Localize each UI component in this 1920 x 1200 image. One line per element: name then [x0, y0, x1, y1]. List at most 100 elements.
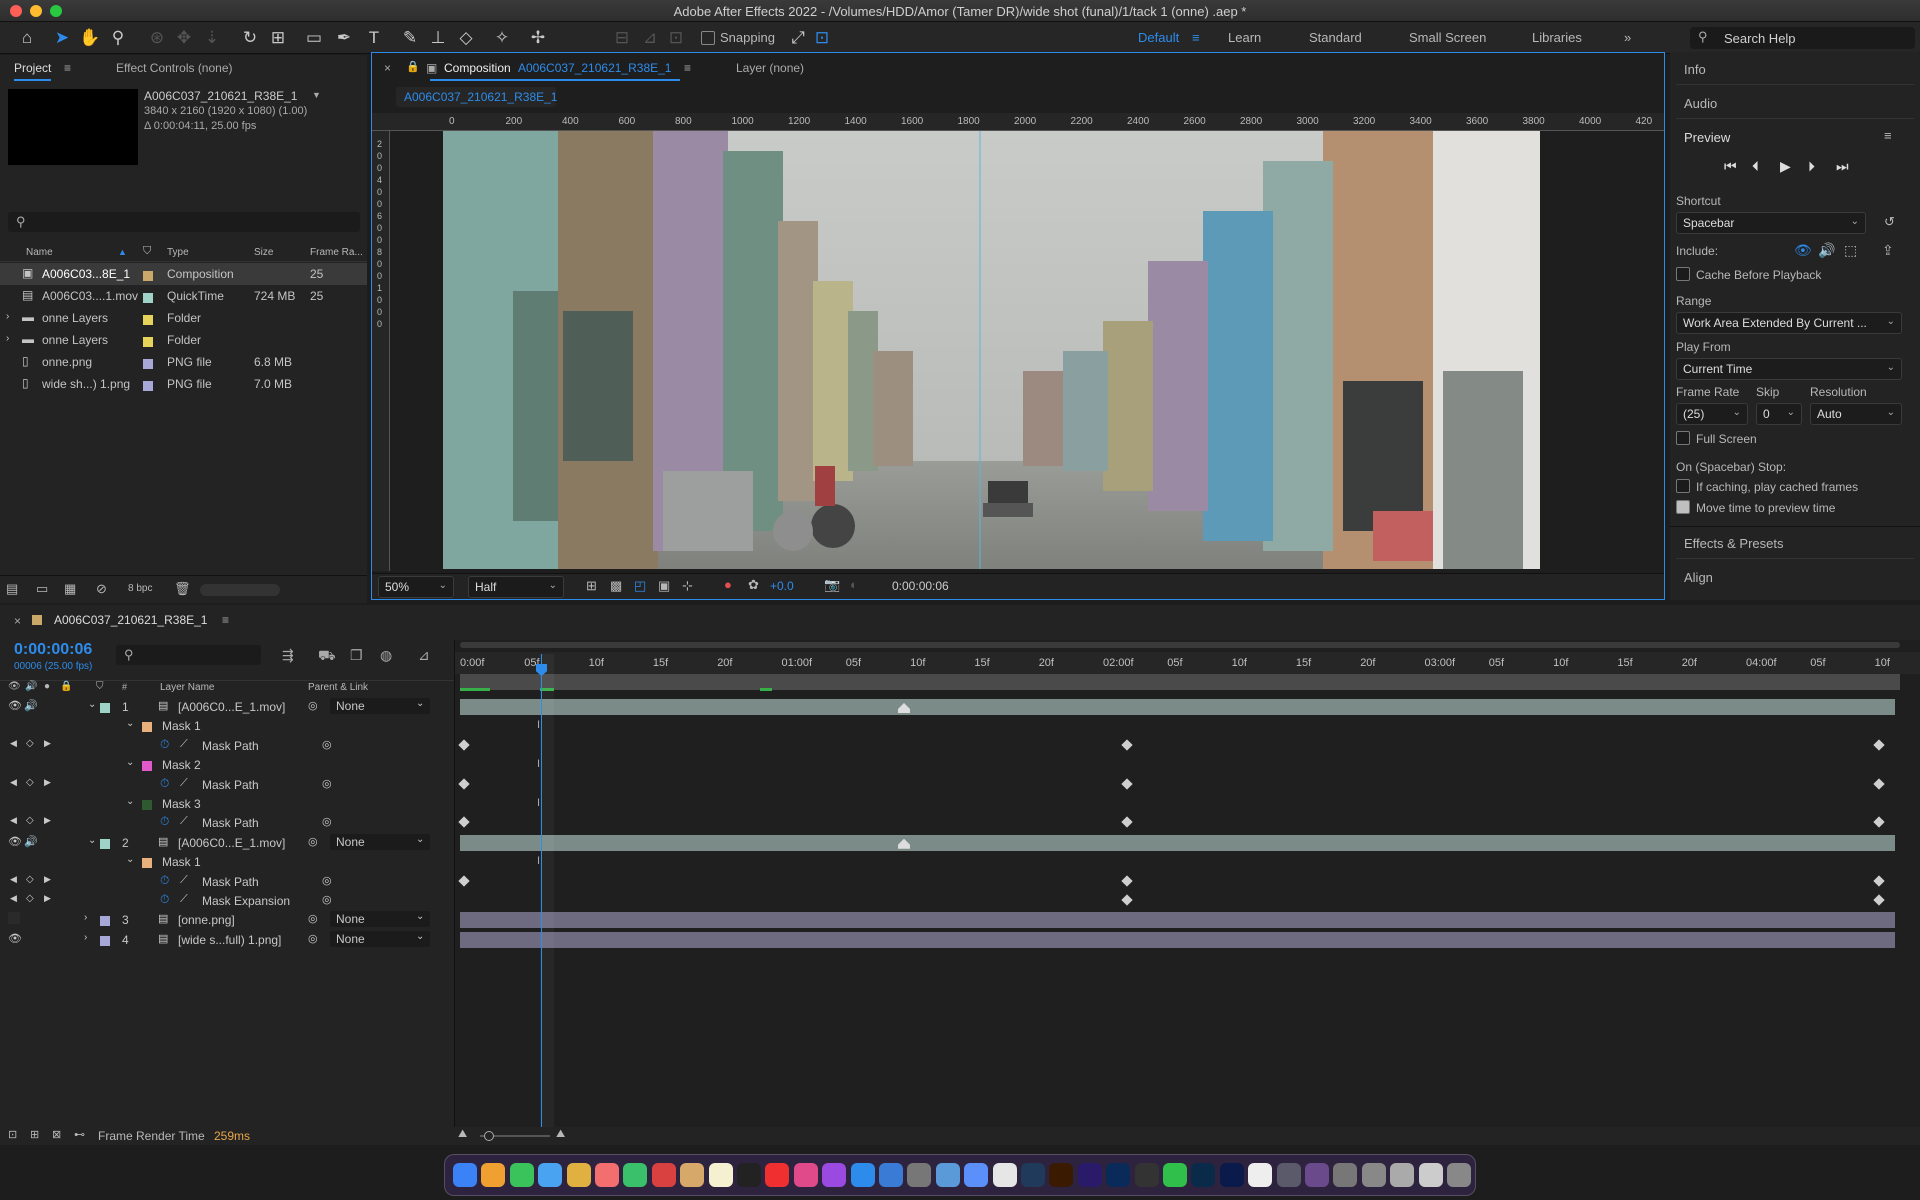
thumbnail-size-slider[interactable] — [200, 584, 280, 596]
illustrator-icon[interactable] — [1049, 1163, 1074, 1187]
add-keyframe-icon[interactable]: ◇ — [26, 777, 34, 788]
stopwatch-icon[interactable]: ⏱ — [160, 873, 169, 888]
trash-icon[interactable] — [1447, 1163, 1471, 1187]
keyframe[interactable] — [1121, 816, 1133, 829]
label-swatch[interactable] — [143, 291, 153, 305]
podcasts-icon[interactable] — [822, 1163, 847, 1187]
column-type[interactable]: Type — [167, 247, 189, 258]
comp-navigator-tab[interactable]: A006C037_210621_R38E_1 — [396, 87, 557, 107]
color-management-icon[interactable]: ✿ — [748, 577, 759, 593]
frame-blending-icon[interactable]: ❐ — [350, 647, 363, 664]
project-item-row[interactable]: ▯ onne.png PNG file 6.8 MB — [0, 351, 367, 373]
project-item-row[interactable]: ▯ wide sh...) 1.png PNG file 7.0 MB — [0, 373, 367, 395]
cache-before-playback-checkbox[interactable] — [1676, 267, 1690, 281]
expression-pickwhip-icon[interactable]: ◎ — [322, 874, 332, 887]
add-keyframe-icon[interactable]: ◇ — [26, 815, 34, 826]
panel-menu-icon[interactable]: ≡ — [684, 61, 691, 75]
zoom-in-icon[interactable]: ⛰ — [556, 1128, 565, 1141]
composition-tab-name[interactable]: A006C037_210621_R38E_1 — [518, 61, 671, 75]
interpret-footage-icon[interactable]: ▤ — [6, 581, 18, 597]
region-of-interest-icon[interactable]: ▣ — [658, 578, 670, 594]
rotation-tool-icon[interactable]: ↻ — [238, 26, 262, 50]
property-row[interactable]: ◀ ◇ ▶ ⏱ ⟋ Mask Path ◎ — [0, 736, 454, 755]
last-frame-icon[interactable]: ⏭ — [1836, 158, 1849, 175]
layer-search-input[interactable]: ⚲ — [116, 645, 261, 665]
graph-icon[interactable]: ⟋ — [180, 874, 188, 887]
composition-viewer[interactable] — [443, 131, 1540, 569]
bit-depth-label[interactable]: 8 bpc — [128, 583, 152, 594]
if-caching-checkbox[interactable] — [1676, 479, 1690, 493]
folder-icon[interactable] — [1305, 1163, 1329, 1187]
info-panel-tab[interactable]: Info — [1684, 62, 1706, 77]
apple-tv-icon[interactable] — [737, 1163, 761, 1187]
snapping-checkbox[interactable] — [701, 31, 715, 45]
messages-icon[interactable] — [509, 1163, 534, 1187]
eye-icon[interactable]: 👁 — [8, 835, 22, 848]
current-time-indicator[interactable] — [541, 654, 542, 1135]
include-video-icon[interactable]: 👁 — [1794, 242, 1812, 259]
transfer-controls-icon[interactable]: ⊞ — [30, 1128, 39, 1141]
expression-pickwhip-icon[interactable]: ◎ — [322, 777, 332, 790]
move-time-checkbox[interactable] — [1676, 500, 1690, 514]
media-encoder-icon[interactable] — [1077, 1163, 1102, 1187]
project-item-row[interactable]: › ▬ onne Layers Folder — [0, 307, 367, 329]
frame-rate-dropdown[interactable]: (25) ⌄ — [1676, 403, 1748, 425]
close-tab-icon[interactable]: × — [384, 61, 391, 75]
column-size[interactable]: Size — [254, 247, 273, 258]
notes-icon[interactable] — [708, 1163, 733, 1187]
selection-tool-icon[interactable]: ➤ — [50, 26, 74, 50]
clone-stamp-tool-icon[interactable]: ⊥ — [426, 26, 450, 50]
mask-color-swatch[interactable] — [142, 798, 152, 812]
include-overlays-icon[interactable]: ⬚ — [1844, 242, 1857, 259]
audio-panel-tab[interactable]: Audio — [1684, 96, 1717, 111]
composition-tab-prefix[interactable]: Composition — [444, 61, 511, 75]
keyframe[interactable] — [458, 816, 470, 829]
keyframe[interactable] — [1121, 894, 1133, 906]
property-row[interactable]: ◀ ◇ ▶ ⏱ ⟋ Mask Path ◎ — [0, 813, 454, 832]
zoom-dropdown[interactable]: 50% ⌄ — [378, 576, 454, 598]
keyframe[interactable] — [1873, 816, 1885, 829]
add-keyframe-icon[interactable]: ◇ — [26, 893, 34, 904]
timeline-layer-row[interactable]: › 3 ▤ [onne.png] ◎ None ⌄ — [0, 910, 454, 929]
layer-duration-bar[interactable] — [460, 699, 1895, 715]
graph-editor-icon[interactable]: ⊿ — [418, 647, 430, 664]
keyframe[interactable] — [1121, 874, 1133, 887]
label-swatch[interactable] — [143, 357, 153, 371]
range-dropdown[interactable]: Work Area Extended By Current ... ⌄ — [1676, 312, 1902, 334]
reset-icon[interactable]: ↺ — [1884, 214, 1895, 230]
next-keyframe-icon[interactable]: ▶ — [44, 893, 51, 904]
mask-row[interactable]: ⌄ Mask 2 — [0, 755, 454, 774]
pickwhip-icon[interactable]: ◎ — [308, 932, 318, 945]
close-tab-icon[interactable]: × — [14, 614, 21, 628]
video-switch-icon[interactable]: 👁 — [8, 681, 21, 692]
current-time-display[interactable]: 0:00:00:06 — [14, 641, 92, 659]
quicktime-icon[interactable] — [964, 1163, 989, 1187]
column-parent-link[interactable]: Parent & Link — [308, 682, 368, 693]
time-ruler[interactable]: 0:00f 05f 10f 15f 20f 01:00f 05f 10f 15f 20f 02:00… — [455, 652, 1920, 674]
system-preferences-icon[interactable] — [907, 1163, 932, 1187]
folder-icon[interactable] — [1248, 1163, 1273, 1187]
solo-switch-icon[interactable]: ● — [44, 681, 50, 692]
chevron-down-icon[interactable]: ▼ — [312, 90, 321, 100]
keyframe[interactable] — [458, 777, 470, 790]
workspace-default[interactable]: Default — [1138, 30, 1179, 45]
layer-label-swatch[interactable] — [100, 837, 110, 851]
contacts-icon[interactable] — [680, 1163, 705, 1187]
effects-presets-tab[interactable]: Effects & Presets — [1684, 536, 1783, 551]
label-swatch[interactable] — [143, 313, 153, 327]
mask-color-swatch[interactable] — [142, 720, 152, 734]
workspace-learn[interactable]: Learn — [1228, 30, 1261, 45]
type-tool-icon[interactable]: T — [362, 26, 386, 50]
label-swatch[interactable] — [143, 379, 153, 393]
property-row[interactable]: ◀ ◇ ▶ ⏱ ⟋ Mask Path ◎ — [0, 775, 454, 794]
world-axis-icon[interactable]: ⊡ — [664, 26, 688, 50]
mask-row[interactable]: ⌄ Mask 3 — [0, 794, 454, 813]
layer-duration-icon[interactable]: ⊷ — [74, 1128, 85, 1141]
skip-dropdown[interactable]: 0 ⌄ — [1756, 403, 1802, 425]
keyframe[interactable] — [458, 739, 470, 751]
export-icon[interactable]: ⇪ — [1882, 242, 1894, 259]
label-swatch[interactable] — [143, 335, 153, 349]
davinci-icon[interactable] — [1134, 1163, 1159, 1187]
youtube-icon[interactable] — [765, 1163, 790, 1187]
more-workspaces-icon[interactable]: » — [1624, 30, 1631, 45]
